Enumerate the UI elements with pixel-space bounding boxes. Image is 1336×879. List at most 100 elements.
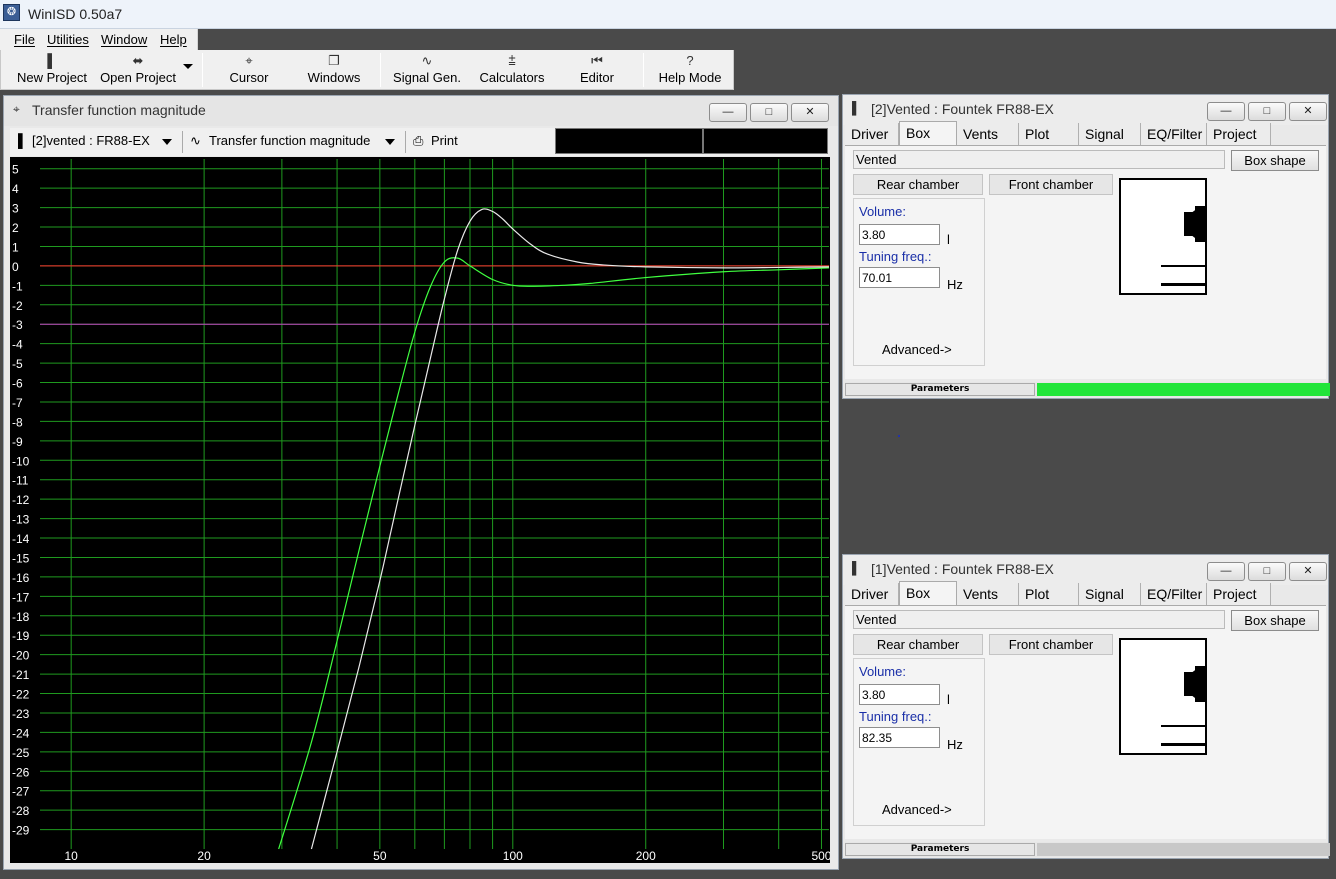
windows-icon: ❐ xyxy=(328,53,340,68)
y-tick-label: -26 xyxy=(12,765,30,779)
tab-plot[interactable]: Plot xyxy=(1019,583,1079,605)
plot-type-select-arrow[interactable] xyxy=(385,139,395,145)
tuning-freq-label: Tuning freq.: xyxy=(859,249,932,264)
volume-input[interactable]: 3.80 xyxy=(859,224,940,245)
maximize-button[interactable]: □ xyxy=(750,103,788,122)
signal-gen-button[interactable]: ∿ Signal Gen. xyxy=(390,50,464,88)
graph-toolbar-separator xyxy=(405,131,406,153)
tuning-freq-input[interactable]: 82.35 xyxy=(859,727,940,748)
tab-vents[interactable]: Vents xyxy=(957,123,1019,145)
rear-chamber-button[interactable]: Rear chamber xyxy=(853,174,983,195)
new-project-button[interactable]: ▌ New Project xyxy=(14,50,90,88)
maximize-button[interactable]: □ xyxy=(1248,562,1286,581)
tuning-freq-label: Tuning freq.: xyxy=(859,709,932,724)
tab-vents[interactable]: Vents xyxy=(957,583,1019,605)
cursor-readout-left xyxy=(555,128,703,154)
open-project-dropdown-arrow[interactable] xyxy=(183,64,193,69)
box-type-field[interactable]: Vented xyxy=(853,610,1225,629)
tab-box[interactable]: Box xyxy=(899,121,957,146)
canvas-artifact xyxy=(898,435,900,437)
y-tick-label: -15 xyxy=(12,551,30,565)
tab-plot[interactable]: Plot xyxy=(1019,123,1079,145)
minimize-button[interactable]: — xyxy=(1207,562,1245,581)
box-shape-button[interactable]: Box shape xyxy=(1231,150,1319,171)
open-folder-icon: ⬌ xyxy=(132,53,144,68)
tab-signal[interactable]: Signal xyxy=(1079,123,1141,145)
tab-project[interactable]: Project xyxy=(1207,123,1271,145)
front-chamber-button[interactable]: Front chamber xyxy=(989,634,1113,655)
graph-window-title: Transfer function magnitude xyxy=(32,102,206,118)
toolbar-separator xyxy=(380,53,381,87)
x-tick-label: 200 xyxy=(636,849,656,863)
menu-help[interactable]: Help xyxy=(160,32,187,47)
y-tick-label: -10 xyxy=(12,454,30,468)
project-select[interactable]: [2]vented : FR88-EX xyxy=(32,133,150,148)
y-tick-label: -9 xyxy=(12,435,23,449)
project-icon: ▌ xyxy=(18,133,28,148)
graph-window-title-bar[interactable]: ⌖ Transfer function magnitude — □ ✕ xyxy=(4,96,838,126)
y-tick-label: -18 xyxy=(12,610,30,624)
box-panel: Vented Box shape Rear chamber Front cham… xyxy=(845,145,1326,379)
status-indicator xyxy=(1037,843,1330,856)
windows-button[interactable]: ❐ Windows xyxy=(299,50,369,88)
new-project-icon: ▌ xyxy=(47,53,57,68)
status-label: Parameters xyxy=(845,843,1035,856)
volume-input[interactable]: 3.80 xyxy=(859,684,940,705)
tab-signal[interactable]: Signal xyxy=(1079,583,1141,605)
rear-chamber-button[interactable]: Rear chamber xyxy=(853,634,983,655)
close-button[interactable]: ✕ xyxy=(1289,562,1327,581)
help-mode-button[interactable]: ? Help Mode xyxy=(653,50,727,88)
menu-file[interactable]: File xyxy=(14,32,35,47)
x-tick-label: 500 xyxy=(811,849,830,863)
minimize-button[interactable]: — xyxy=(1207,102,1245,121)
menu-window[interactable]: Window xyxy=(101,32,147,47)
minimize-button[interactable]: — xyxy=(709,103,747,122)
rear-chamber-group: Volume: 3.80 l Tuning freq.: 70.01 Hz Ad… xyxy=(853,198,985,366)
cursor-button[interactable]: ⌖ Cursor xyxy=(216,50,282,88)
plot-svg: 543210-1-2-3-4-5-6-7-8-9-10-11-12-13-14-… xyxy=(12,159,830,863)
crosshair-icon: ⌖ xyxy=(13,102,20,116)
box-window-2-title: [2]Vented : Fountek FR88-EX xyxy=(871,101,1054,117)
close-button[interactable]: ✕ xyxy=(1289,102,1327,121)
y-tick-label: -6 xyxy=(12,377,23,391)
y-tick-label: -3 xyxy=(12,318,23,332)
tuning-freq-input[interactable]: 70.01 xyxy=(859,267,940,288)
x-tick-label: 20 xyxy=(197,849,211,863)
y-tick-label: -11 xyxy=(12,474,29,488)
maximize-button[interactable]: □ xyxy=(1248,102,1286,121)
tab-eq-filter[interactable]: EQ/Filter xyxy=(1141,583,1207,605)
print-button[interactable]: Print xyxy=(431,133,458,148)
series-line-1 xyxy=(278,257,830,850)
y-tick-label: -14 xyxy=(12,532,30,546)
project-icon: ▌ xyxy=(852,561,861,575)
printer-icon: ⎙ xyxy=(413,133,424,148)
box-type-field[interactable]: Vented xyxy=(853,150,1225,169)
open-project-button[interactable]: ⬌ Open Project xyxy=(96,50,180,88)
status-bar: Parameters xyxy=(845,842,1330,857)
tab-driver[interactable]: Driver xyxy=(845,123,899,145)
project-icon: ▌ xyxy=(852,101,861,115)
advanced-link[interactable]: Advanced-> xyxy=(882,342,952,357)
advanced-link[interactable]: Advanced-> xyxy=(882,802,952,817)
cursor-readout-right xyxy=(703,128,828,154)
editor-button[interactable]: ⏮ Editor xyxy=(569,50,625,88)
tab-driver[interactable]: Driver xyxy=(845,583,899,605)
project-select-arrow[interactable] xyxy=(162,139,172,145)
tab-box[interactable]: Box xyxy=(899,581,957,606)
tab-project[interactable]: Project xyxy=(1207,583,1271,605)
volume-unit: l xyxy=(947,692,950,707)
close-button[interactable]: ✕ xyxy=(791,103,829,122)
crosshair-icon: ⌖ xyxy=(245,53,253,68)
y-tick-label: -16 xyxy=(12,571,30,585)
x-tick-label: 10 xyxy=(64,849,78,863)
y-tick-label: -24 xyxy=(12,726,30,740)
y-tick-label: -21 xyxy=(12,668,30,682)
menu-utilities[interactable]: Utilities xyxy=(47,32,89,47)
box-shape-button[interactable]: Box shape xyxy=(1231,610,1319,631)
transfer-function-plot[interactable]: 5 4 3 2 1 0 -1 -2 -3 -4 -5 -6 -7 -8 -9 -10 -11 -12 -13 -14-… xyxy=(10,157,830,863)
plot-type-select[interactable]: Transfer function magnitude xyxy=(209,133,370,148)
front-chamber-button[interactable]: Front chamber xyxy=(989,174,1113,195)
sine-wave-icon: ∿ xyxy=(190,133,201,148)
tab-eq-filter[interactable]: EQ/Filter xyxy=(1141,123,1207,145)
calculators-button[interactable]: ⩲ Calculators xyxy=(475,50,549,88)
